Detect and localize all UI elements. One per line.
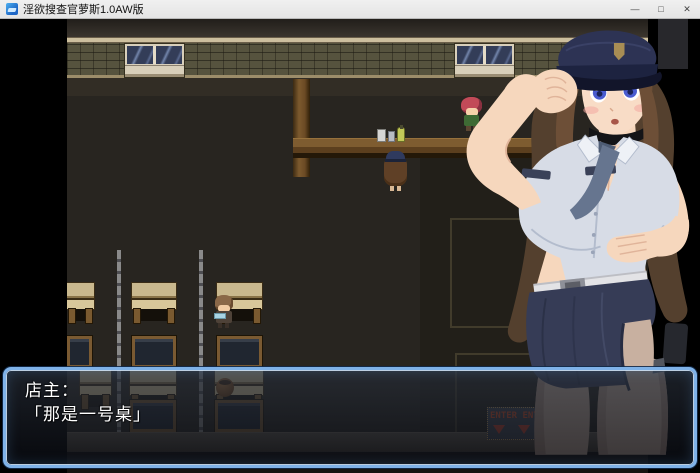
player-sprite xyxy=(382,151,409,192)
window-title: 淫欲搜查官萝斯1.0AW版 xyxy=(23,1,144,17)
counter-item-box xyxy=(377,129,386,142)
minimize-icon: — xyxy=(631,4,640,14)
counter-item-bottle xyxy=(397,127,405,142)
npc-sprite-patron xyxy=(213,295,235,329)
window-titlebar[interactable]: 淫欲搜查官萝斯1.0AW版 — □ ✕ xyxy=(0,0,700,19)
close-button[interactable]: ✕ xyxy=(674,0,700,18)
window-controls: — □ ✕ xyxy=(622,0,700,18)
bench xyxy=(132,283,176,328)
dialogue-box[interactable]: 店主： 「那是一号桌」 xyxy=(3,367,697,468)
table xyxy=(132,336,176,368)
app-icon xyxy=(6,3,18,15)
app-window: 淫欲搜查官萝斯1.0AW版 — □ ✕ xyxy=(0,0,700,473)
dialogue-speaker: 店主： xyxy=(25,376,79,401)
bench xyxy=(67,283,94,328)
close-icon: ✕ xyxy=(683,4,691,15)
maximize-button[interactable]: □ xyxy=(648,0,674,18)
counter-item-box xyxy=(388,131,395,142)
map-wood-pillar xyxy=(293,79,310,177)
map-window-left xyxy=(125,44,184,77)
minimize-button[interactable]: — xyxy=(622,0,648,18)
dialogue-text: 「那是一号桌」 xyxy=(25,400,151,425)
maximize-icon: □ xyxy=(658,4,663,14)
table xyxy=(67,336,92,368)
game-canvas[interactable]: ENTER ENT xyxy=(0,19,700,473)
table xyxy=(217,336,262,368)
